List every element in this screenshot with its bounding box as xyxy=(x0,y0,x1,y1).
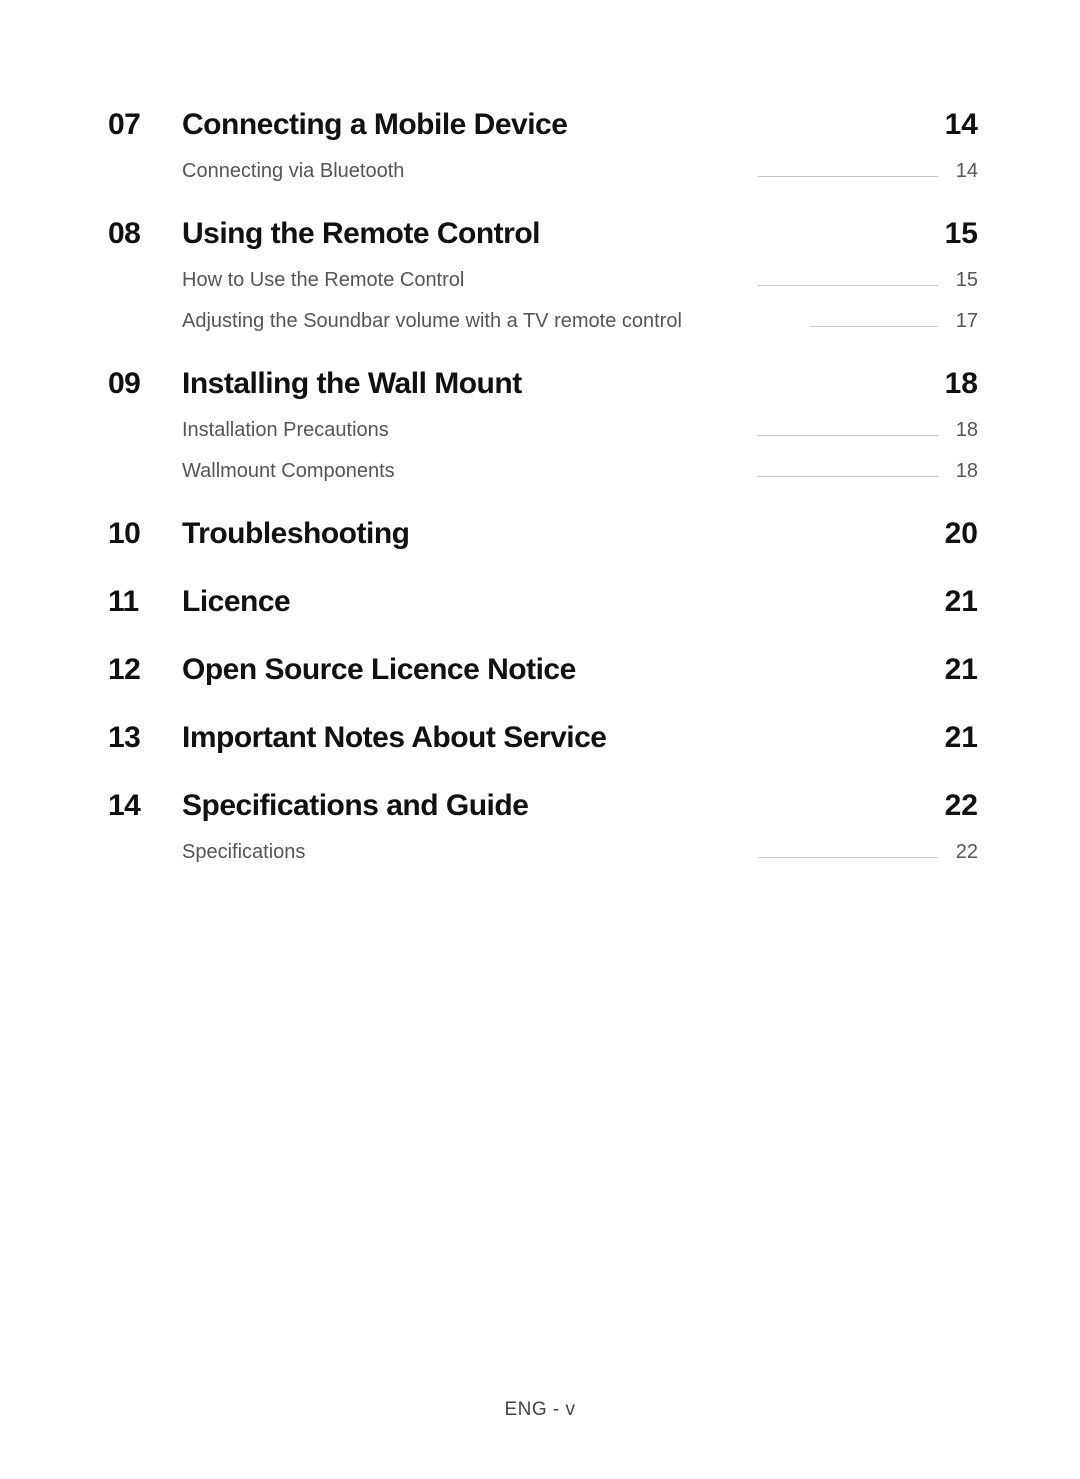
section-page: 22 xyxy=(928,789,978,823)
toc-section: 08 Using the Remote Control 15 xyxy=(108,217,978,251)
section-number: 09 xyxy=(108,367,182,401)
section-title: Using the Remote Control xyxy=(182,217,928,251)
sub-title: Wallmount Components xyxy=(182,460,395,483)
section-title: Connecting a Mobile Device xyxy=(182,108,928,142)
section-page: 14 xyxy=(928,108,978,142)
toc-sub: Specifications 22 xyxy=(108,841,978,864)
leader-line xyxy=(758,476,938,477)
section-title: Installing the Wall Mount xyxy=(182,367,928,401)
page-footer: ENG - v xyxy=(0,1399,1080,1421)
sub-title: Specifications xyxy=(182,841,305,864)
sub-page: 18 xyxy=(948,460,978,483)
sub-title: Connecting via Bluetooth xyxy=(182,160,404,183)
sub-title: Adjusting the Soundbar volume with a TV … xyxy=(182,310,682,333)
toc-sub: How to Use the Remote Control 15 xyxy=(108,269,978,292)
sub-page: 15 xyxy=(948,269,978,292)
toc-section: 11 Licence 21 xyxy=(108,585,978,619)
section-page: 15 xyxy=(928,217,978,251)
toc-sub: Connecting via Bluetooth 14 xyxy=(108,160,978,183)
section-page: 21 xyxy=(928,585,978,619)
leader-line xyxy=(810,326,938,327)
section-title: Open Source Licence Notice xyxy=(182,653,928,687)
toc-section: 07 Connecting a Mobile Device 14 xyxy=(108,108,978,142)
toc-sub: Wallmount Components 18 xyxy=(108,460,978,483)
page: 07 Connecting a Mobile Device 14 Connect… xyxy=(0,0,1080,1479)
section-number: 07 xyxy=(108,108,182,142)
toc-section: 14 Specifications and Guide 22 xyxy=(108,789,978,823)
section-title: Licence xyxy=(182,585,928,619)
section-number: 10 xyxy=(108,517,182,551)
section-page: 20 xyxy=(928,517,978,551)
section-title: Important Notes About Service xyxy=(182,721,928,755)
section-number: 13 xyxy=(108,721,182,755)
section-title: Troubleshooting xyxy=(182,517,928,551)
section-page: 21 xyxy=(928,653,978,687)
sub-page: 22 xyxy=(948,841,978,864)
sub-title: Installation Precautions xyxy=(182,419,389,442)
leader-line xyxy=(758,176,938,177)
toc-section: 10 Troubleshooting 20 xyxy=(108,517,978,551)
leader-line xyxy=(758,435,938,436)
sub-title: How to Use the Remote Control xyxy=(182,269,464,292)
toc-section: 13 Important Notes About Service 21 xyxy=(108,721,978,755)
section-page: 18 xyxy=(928,367,978,401)
toc-sub: Installation Precautions 18 xyxy=(108,419,978,442)
section-title: Specifications and Guide xyxy=(182,789,928,823)
section-number: 14 xyxy=(108,789,182,823)
sub-page: 14 xyxy=(948,160,978,183)
leader-line xyxy=(758,857,938,858)
section-number: 08 xyxy=(108,217,182,251)
section-number: 12 xyxy=(108,653,182,687)
toc-section: 12 Open Source Licence Notice 21 xyxy=(108,653,978,687)
leader-line xyxy=(758,285,938,286)
toc-section: 09 Installing the Wall Mount 18 xyxy=(108,367,978,401)
toc-sub: Adjusting the Soundbar volume with a TV … xyxy=(108,310,978,333)
sub-page: 17 xyxy=(948,310,978,333)
section-page: 21 xyxy=(928,721,978,755)
sub-page: 18 xyxy=(948,419,978,442)
section-number: 11 xyxy=(108,585,182,619)
